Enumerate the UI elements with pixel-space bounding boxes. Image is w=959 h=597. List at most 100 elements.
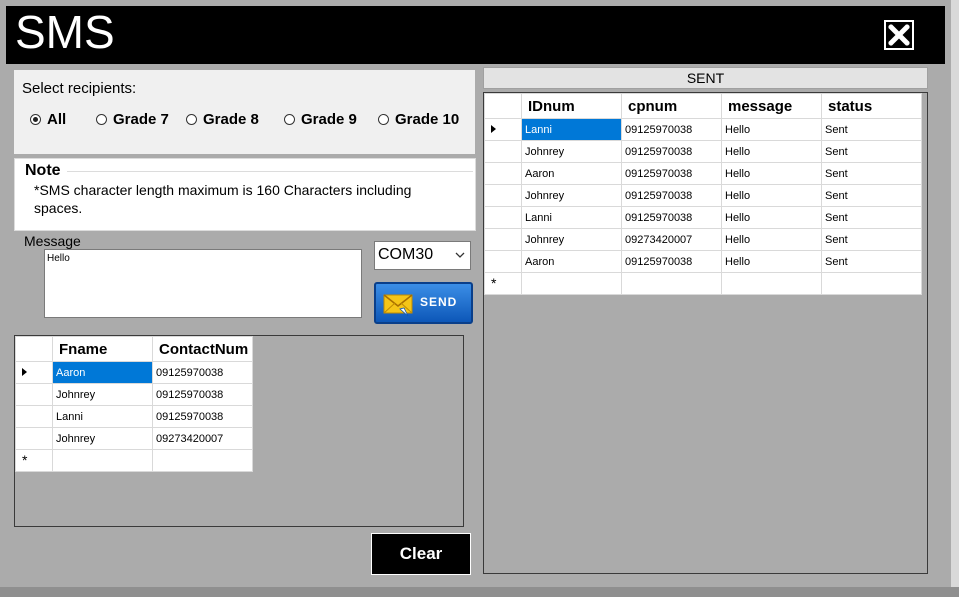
table-row[interactable]: Lanni 09125970038 Hello Sent bbox=[484, 206, 922, 229]
close-button[interactable] bbox=[884, 20, 914, 50]
table-cell[interactable]: Hello bbox=[721, 184, 822, 207]
table-cell[interactable]: 09273420007 bbox=[152, 427, 253, 450]
table-cell[interactable] bbox=[52, 449, 153, 472]
radio-grade-7[interactable]: Grade 7 bbox=[96, 111, 169, 128]
row-header[interactable] bbox=[484, 162, 522, 185]
table-cell[interactable]: 09125970038 bbox=[621, 162, 722, 185]
radio-button[interactable] bbox=[378, 114, 389, 125]
table-cell[interactable]: 09125970038 bbox=[621, 118, 722, 141]
table-cell[interactable]: Johnrey bbox=[521, 140, 622, 163]
column-header[interactable]: IDnum bbox=[521, 93, 622, 119]
table-row[interactable]: Lanni 09125970038 Hello Sent bbox=[484, 118, 922, 141]
recipients-label: Select recipients: bbox=[22, 80, 137, 97]
radio-grade-8[interactable]: Grade 8 bbox=[186, 111, 259, 128]
table-row[interactable]: Aaron 09125970038 bbox=[15, 361, 253, 384]
radio-label: Grade 8 bbox=[203, 111, 259, 128]
column-header[interactable]: status bbox=[821, 93, 922, 119]
table-cell[interactable] bbox=[152, 449, 253, 472]
table-cell[interactable]: Aaron bbox=[521, 162, 622, 185]
sent-table: IDnum cpnum message status Lanni 0912597… bbox=[484, 93, 922, 295]
table-cell[interactable] bbox=[721, 272, 822, 295]
table-cell[interactable]: Hello bbox=[721, 228, 822, 251]
radio-button[interactable] bbox=[284, 114, 295, 125]
radio-grade-9[interactable]: Grade 9 bbox=[284, 111, 357, 128]
row-header[interactable] bbox=[15, 383, 53, 406]
table-cell[interactable]: Hello bbox=[721, 206, 822, 229]
com-port-select[interactable]: COM30 bbox=[374, 241, 471, 270]
table-cell[interactable]: Johnrey bbox=[521, 228, 622, 251]
radio-all[interactable]: All bbox=[30, 111, 66, 128]
row-header[interactable] bbox=[15, 361, 53, 384]
column-header[interactable]: Fname bbox=[52, 336, 153, 362]
column-header[interactable]: cpnum bbox=[621, 93, 722, 119]
row-header[interactable] bbox=[15, 427, 53, 450]
table-cell[interactable]: 09125970038 bbox=[621, 140, 722, 163]
table-cell[interactable] bbox=[821, 272, 922, 295]
table-cell[interactable]: 09125970038 bbox=[621, 184, 722, 207]
table-cell[interactable]: Sent bbox=[821, 206, 922, 229]
table-cell[interactable]: 09125970038 bbox=[621, 250, 722, 273]
row-header-corner bbox=[484, 93, 522, 119]
radio-button[interactable] bbox=[96, 114, 107, 125]
row-header[interactable] bbox=[484, 140, 522, 163]
table-header-row: Fname ContactNum bbox=[15, 336, 253, 362]
table-cell[interactable] bbox=[521, 272, 622, 295]
table-row[interactable]: Johnrey 09273420007 Hello Sent bbox=[484, 228, 922, 251]
table-cell[interactable]: Sent bbox=[821, 140, 922, 163]
radio-grade-10[interactable]: Grade 10 bbox=[378, 111, 459, 128]
radio-button-checked[interactable] bbox=[30, 114, 41, 125]
table-row[interactable]: Johnrey 09125970038 bbox=[15, 383, 253, 406]
table-cell[interactable]: Aaron bbox=[521, 250, 622, 273]
table-cell[interactable]: Johnrey bbox=[521, 184, 622, 207]
new-row[interactable]: * bbox=[484, 272, 922, 295]
row-header[interactable] bbox=[484, 184, 522, 207]
contacts-datagrid[interactable]: Fname ContactNum Aaron 09125970038 Johnr… bbox=[14, 335, 464, 527]
table-cell[interactable]: Sent bbox=[821, 184, 922, 207]
table-cell[interactable]: Sent bbox=[821, 118, 922, 141]
table-cell[interactable]: Hello bbox=[721, 118, 822, 141]
column-header[interactable]: message bbox=[721, 93, 822, 119]
table-cell[interactable]: Hello bbox=[721, 140, 822, 163]
column-header[interactable]: ContactNum bbox=[152, 336, 253, 362]
row-header[interactable] bbox=[484, 250, 522, 273]
table-cell[interactable]: Lanni bbox=[52, 405, 153, 428]
new-row[interactable]: * bbox=[15, 449, 253, 472]
row-header[interactable] bbox=[15, 405, 53, 428]
table-cell[interactable]: 09273420007 bbox=[621, 228, 722, 251]
table-cell[interactable] bbox=[621, 272, 722, 295]
table-cell[interactable]: Lanni bbox=[521, 118, 622, 141]
table-cell[interactable]: Sent bbox=[821, 228, 922, 251]
message-textarea[interactable]: Hello bbox=[44, 249, 362, 318]
clear-button[interactable]: Clear bbox=[371, 533, 471, 575]
table-row[interactable]: Johnrey 09125970038 Hello Sent bbox=[484, 140, 922, 163]
table-cell[interactable]: Aaron bbox=[52, 361, 153, 384]
row-header[interactable] bbox=[484, 228, 522, 251]
table-cell[interactable]: Sent bbox=[821, 162, 922, 185]
table-cell[interactable]: 09125970038 bbox=[621, 206, 722, 229]
table-row[interactable]: Aaron 09125970038 Hello Sent bbox=[484, 162, 922, 185]
sent-datagrid[interactable]: IDnum cpnum message status Lanni 0912597… bbox=[483, 92, 928, 574]
table-cell[interactable]: 09125970038 bbox=[152, 383, 253, 406]
table-cell[interactable]: Johnrey bbox=[52, 383, 153, 406]
row-header-corner bbox=[15, 336, 53, 362]
table-row[interactable]: Aaron 09125970038 Hello Sent bbox=[484, 250, 922, 273]
close-icon bbox=[886, 22, 912, 48]
table-cell[interactable]: Lanni bbox=[521, 206, 622, 229]
table-row[interactable]: Johnrey 09273420007 bbox=[15, 427, 253, 450]
row-header[interactable]: * bbox=[15, 449, 53, 472]
table-cell[interactable]: 09125970038 bbox=[152, 405, 253, 428]
com-port-value: COM30 bbox=[378, 246, 434, 263]
table-row[interactable]: Johnrey 09125970038 Hello Sent bbox=[484, 184, 922, 207]
table-cell[interactable]: Sent bbox=[821, 250, 922, 273]
table-cell[interactable]: 09125970038 bbox=[152, 361, 253, 384]
row-header[interactable] bbox=[484, 118, 522, 141]
row-header[interactable] bbox=[484, 206, 522, 229]
send-button[interactable]: SEND bbox=[374, 282, 473, 324]
table-cell[interactable]: Johnrey bbox=[52, 427, 153, 450]
table-cell[interactable]: Hello bbox=[721, 250, 822, 273]
table-cell[interactable]: Hello bbox=[721, 162, 822, 185]
row-header[interactable]: * bbox=[484, 272, 522, 295]
note-text: *SMS character length maximum is 160 Cha… bbox=[34, 182, 412, 216]
radio-button[interactable] bbox=[186, 114, 197, 125]
table-row[interactable]: Lanni 09125970038 bbox=[15, 405, 253, 428]
